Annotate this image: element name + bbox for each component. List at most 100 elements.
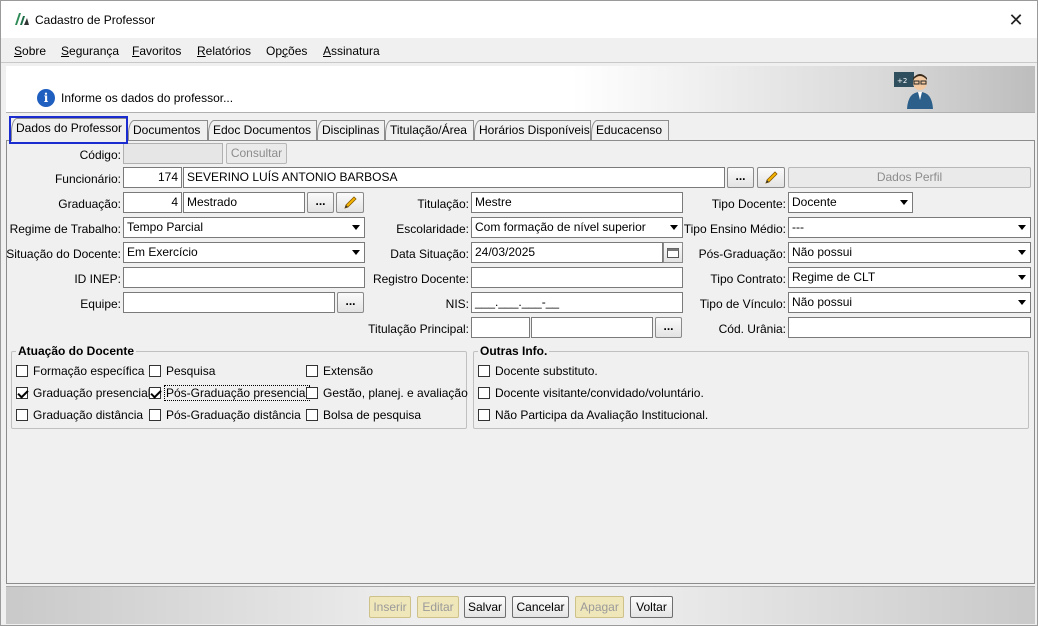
menu-sobre[interactable]: Sobre bbox=[14, 44, 46, 58]
menu-favoritos[interactable]: Favoritos bbox=[132, 44, 181, 58]
consultar-button[interactable]: Consultar bbox=[226, 143, 287, 164]
titulacao-principal-lookup-button[interactable]: ... bbox=[655, 317, 682, 338]
registro-field[interactable] bbox=[471, 267, 683, 288]
window: Cadastro de Professor ✕ Sobre Segurança … bbox=[0, 0, 1038, 626]
tab-edoc-documentos[interactable]: Edoc Documentos bbox=[208, 120, 317, 140]
chevron-down-icon bbox=[352, 250, 360, 255]
checkbox-label: Formação específica bbox=[33, 364, 145, 378]
codigo-field[interactable] bbox=[123, 143, 223, 164]
tipo-contrato-select[interactable]: Regime de CLT bbox=[788, 267, 1031, 288]
titulacao-field[interactable]: Mestre bbox=[471, 192, 683, 213]
checkbox-box bbox=[149, 409, 161, 421]
escolaridade-select[interactable]: Com formação de nível superior bbox=[471, 217, 683, 238]
funcionario-edit-button[interactable] bbox=[757, 167, 785, 188]
cod-urania-label: Cód. Urânia: bbox=[718, 322, 786, 336]
titulacao-principal-id-field[interactable] bbox=[471, 317, 530, 338]
tipo-ensino-value: --- bbox=[792, 220, 804, 234]
window-title: Cadastro de Professor bbox=[35, 13, 156, 27]
tipo-vinculo-value: Não possui bbox=[792, 295, 853, 309]
codigo-label: Código: bbox=[79, 148, 121, 162]
equipe-field[interactable] bbox=[123, 292, 335, 313]
graduacao-edit-button[interactable] bbox=[336, 192, 364, 213]
title-bar: Cadastro de Professor ✕ bbox=[1, 1, 1037, 38]
data-situacao-field[interactable]: 24/03/2025 bbox=[471, 242, 663, 263]
outras-info-title: Outras Info. bbox=[478, 344, 550, 358]
inserir-button[interactable]: Inserir bbox=[369, 596, 411, 618]
editar-button[interactable]: Editar bbox=[417, 596, 459, 618]
tipo-docente-label: Tipo Docente: bbox=[711, 197, 786, 211]
graduacao-nome-field[interactable]: Mestrado bbox=[183, 192, 305, 213]
pos-graduacao-select[interactable]: Não possui bbox=[788, 242, 1031, 263]
cod-urania-field[interactable] bbox=[788, 317, 1031, 338]
calendar-button[interactable] bbox=[663, 242, 683, 263]
tipo-ensino-select[interactable]: --- bbox=[788, 217, 1031, 238]
checkbox-box bbox=[306, 409, 318, 421]
chevron-down-icon bbox=[1018, 225, 1026, 230]
titulacao-principal-label: Titulação Principal: bbox=[368, 322, 469, 336]
checkbox-box bbox=[306, 365, 318, 377]
tab-disciplinas[interactable]: Disciplinas bbox=[317, 120, 385, 140]
tipo-docente-value: Docente bbox=[792, 195, 837, 209]
tipo-docente-select[interactable]: Docente bbox=[788, 192, 913, 213]
checkbox-label: Docente visitante/convidado/voluntário. bbox=[495, 386, 704, 400]
menu-opcoes[interactable]: Opções bbox=[266, 44, 307, 58]
nis-field[interactable]: ___.___.___-__ bbox=[471, 292, 683, 313]
funcionario-lookup-button[interactable]: ... bbox=[727, 167, 754, 188]
tipo-ensino-label: Tipo Ensino Médio: bbox=[683, 222, 786, 236]
checkbox-box-checked bbox=[149, 387, 161, 399]
salvar-button[interactable]: Salvar bbox=[464, 596, 506, 618]
escolaridade-value: Com formação de nível superior bbox=[475, 220, 646, 234]
tab-documentos[interactable]: Documentos bbox=[128, 120, 208, 140]
menu-seguranca[interactable]: Segurança bbox=[61, 44, 119, 58]
checkbox-box bbox=[478, 409, 490, 421]
tab-educacenso[interactable]: Educacenso bbox=[591, 120, 669, 140]
tipo-contrato-label: Tipo Contrato: bbox=[710, 272, 786, 286]
calendar-icon bbox=[667, 248, 679, 258]
voltar-button[interactable]: Voltar bbox=[630, 596, 673, 618]
close-icon[interactable]: ✕ bbox=[1005, 9, 1027, 31]
equipe-lookup-button[interactable]: ... bbox=[337, 292, 364, 313]
atuacao-title: Atuação do Docente bbox=[16, 344, 137, 358]
regime-label: Regime de Trabalho: bbox=[9, 222, 121, 236]
apagar-button[interactable]: Apagar bbox=[575, 596, 624, 618]
regime-select[interactable]: Tempo Parcial bbox=[123, 217, 365, 238]
checkbox-label: Graduação distância bbox=[33, 408, 144, 422]
funcionario-nome-field[interactable]: SEVERINO LUÍS ANTONIO BARBOSA bbox=[183, 167, 725, 188]
menu-relatorios[interactable]: Relatórios bbox=[197, 44, 251, 58]
chevron-down-icon bbox=[1018, 250, 1026, 255]
dados-perfil-button[interactable]: Dados Perfil bbox=[788, 167, 1031, 188]
situacao-value: Em Exercício bbox=[127, 245, 198, 259]
chevron-down-icon bbox=[1018, 275, 1026, 280]
tab-dados-professor[interactable]: Dados do Professor bbox=[11, 118, 128, 141]
checkbox-box bbox=[478, 365, 490, 377]
menu-assinatura[interactable]: Assinatura bbox=[323, 44, 380, 58]
titulacao-principal-nome-field[interactable] bbox=[531, 317, 653, 338]
pos-graduacao-label: Pós-Graduação: bbox=[698, 247, 786, 261]
graduacao-id-field[interactable]: 4 bbox=[123, 192, 182, 213]
svg-text:+2: +2 bbox=[897, 77, 907, 85]
graduacao-lookup-button[interactable]: ... bbox=[307, 192, 334, 213]
situacao-select[interactable]: Em Exercício bbox=[123, 242, 365, 263]
funcionario-id-field[interactable]: 174 bbox=[123, 167, 182, 188]
checkbox-box bbox=[149, 365, 161, 377]
inep-field[interactable] bbox=[123, 267, 365, 288]
cancelar-button[interactable]: Cancelar bbox=[512, 596, 569, 618]
pos-graduacao-value: Não possui bbox=[792, 245, 853, 259]
tab-titulacao-area[interactable]: Titulação/Área bbox=[385, 120, 474, 140]
graduacao-label: Graduação: bbox=[58, 197, 121, 211]
header-panel: i Informe os dados do professor... +2 bbox=[6, 66, 1035, 113]
chevron-down-icon bbox=[1018, 300, 1026, 305]
checkbox-label: Pesquisa bbox=[166, 364, 216, 378]
checkbox-box bbox=[16, 365, 28, 377]
checkbox-label: Gestão, planej. e avaliação bbox=[323, 386, 468, 400]
data-situacao-label: Data Situação: bbox=[390, 247, 469, 261]
checkbox-label: Pós-Graduação presencial bbox=[164, 385, 311, 401]
tipo-contrato-value: Regime de CLT bbox=[792, 270, 876, 284]
situacao-label: Situação do Docente: bbox=[6, 247, 121, 261]
footer-bar: Inserir Editar Salvar Cancelar Apagar Vo… bbox=[6, 586, 1035, 624]
tipo-vinculo-select[interactable]: Não possui bbox=[788, 292, 1031, 313]
tab-horarios-disponiveis[interactable]: Horários Disponíveis bbox=[474, 120, 591, 140]
checkbox-label: Bolsa de pesquisa bbox=[323, 408, 422, 422]
checkbox-box bbox=[306, 387, 318, 399]
registro-label: Registro Docente: bbox=[372, 272, 469, 286]
